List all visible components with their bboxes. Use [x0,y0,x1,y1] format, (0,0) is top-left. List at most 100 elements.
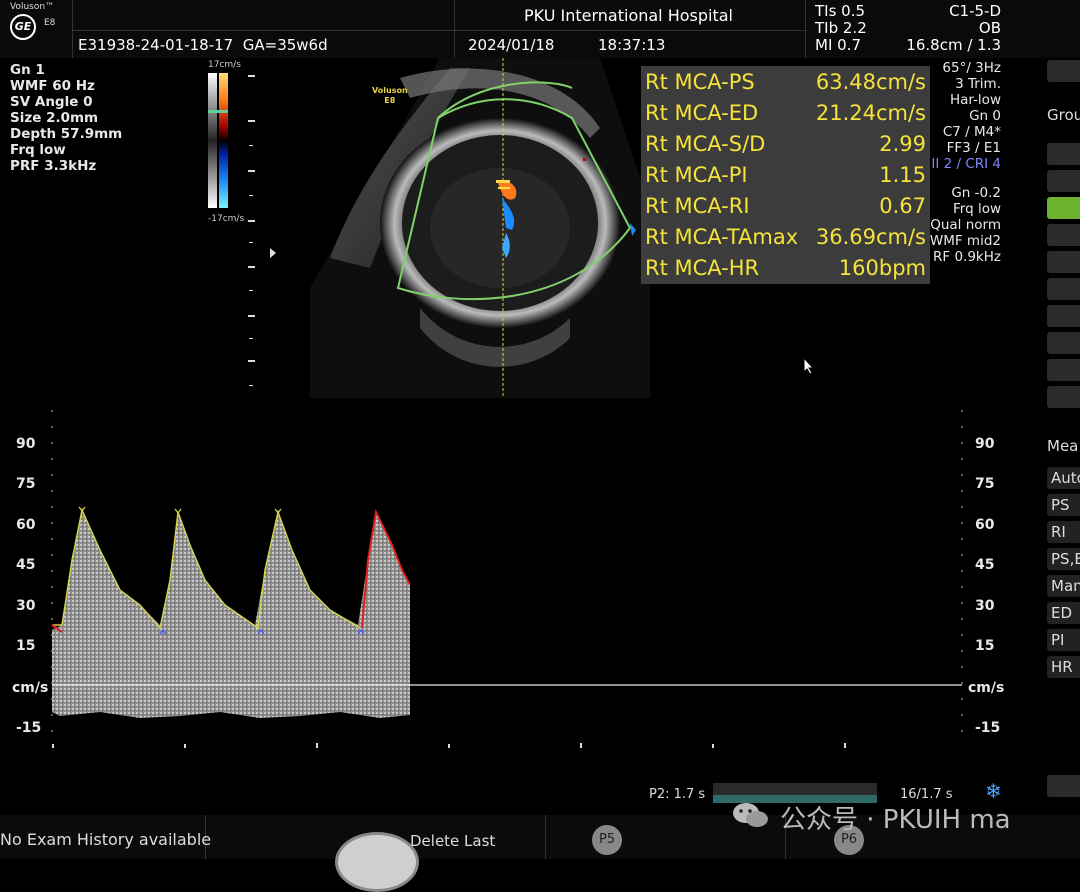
meas-row-ri: Rt MCA-RI 0.67 [645,194,926,225]
color-velocity-bar [208,73,228,208]
menu-item-hr[interactable]: HR [1047,656,1080,678]
p5-button[interactable]: P5 [592,825,622,855]
exam-date: 2024/01/18 [468,36,555,54]
trackball-knob[interactable] [335,832,419,892]
tick-left: -15 [16,720,42,736]
meas-label: Rt MCA-PS [645,70,755,94]
colorbar-bottom-label: -17cm/s [208,214,245,224]
patient-id-value: E31938-24-01-18-17 [78,36,234,54]
preset-name: OB [978,19,1001,37]
meas-row-tamax: Rt MCA-TAmax 36.69cm/s [645,225,926,256]
menu-item-ed[interactable]: ED [1047,602,1080,624]
probe-name: C1-5-D [949,2,1001,20]
side-button-active[interactable] [1047,197,1080,219]
tick-left: 60 [16,517,36,533]
param-size: Size 2.0mm [10,110,99,126]
exam-time: 18:37:13 [598,36,666,54]
param-c7: C7 / M4* [942,124,1001,140]
brand-label: Voluson™ [10,2,55,12]
menu-item-manual[interactable]: Man [1047,575,1080,597]
side-button-top[interactable] [1047,60,1080,82]
meas-label: Rt MCA-HR [645,256,760,280]
param-color-gn: Gn -0.2 [951,185,1001,201]
meas-label: Rt MCA-S/D [645,132,766,156]
tick-right: 15 [975,638,995,654]
side-button-4[interactable] [1047,224,1080,246]
delete-last-button[interactable]: Delete Last [410,832,495,850]
menu-item-ri[interactable]: RI [1047,521,1080,543]
ultrasound-image[interactable] [270,58,650,398]
doppler-spectrum[interactable] [0,400,1040,760]
param-trim: 3 Trim. [955,76,1001,92]
side-button-8[interactable] [1047,332,1080,354]
meas-row-hr: Rt MCA-HR 160bpm [645,256,926,287]
exam-history-status: No Exam History available [0,830,212,849]
group-label: Grou [1047,106,1080,124]
param-wmf-mid: WMF mid2 [929,233,1001,249]
tick-left-unit: cm/s [12,680,49,696]
patient-id: E31938-24-01-18-17 GA=35w6d [78,36,328,54]
watermark-text: 公众号 · PKUIH ma [780,805,1011,835]
side-button-6[interactable] [1047,278,1080,300]
side-button-9[interactable] [1047,359,1080,381]
image-logo-model: E8 [384,96,396,105]
colorbar-top-label: 17cm/s [208,60,241,70]
side-button-bottom[interactable] [1047,775,1080,797]
param-depth: Depth 57.9mm [10,126,123,142]
tick-left: 90 [16,436,36,452]
mi-value: MI 0.7 [815,36,861,54]
param-cri: II 2 / CRI 4 [931,156,1001,172]
wechat-icon [733,803,768,827]
menu-item-pi[interactable]: PI [1047,629,1080,651]
tick-right: 30 [975,598,995,614]
tis-value: TIs 0.5 [815,2,866,20]
meas-label: Rt MCA-RI [645,194,750,218]
tick-left: 75 [16,476,36,492]
menu-item-ps-ed[interactable]: PS,E [1047,548,1080,570]
thermal-index-panel: TIs 0.5 TIb 2.2 MI 0.7 [815,3,887,54]
tick-right: 90 [975,436,995,452]
depth-value: 16.8cm / 1.3 [906,36,1001,54]
model-label: E8 [44,18,56,28]
meas-row-pi: Rt MCA-PI 1.15 [645,163,926,194]
tick-left: 30 [16,598,36,614]
param-har: Har-low [949,92,1001,108]
tib-value: TIb 2.2 [815,19,867,37]
param-prf: PRF 3.3kHz [10,158,97,174]
tick-right: 75 [975,476,995,492]
param-gn: Gn 0 [969,108,1001,124]
param-sv-angle: SV Angle 0 [10,94,93,110]
imaging-params: 65°/ 3Hz 3 Trim. Har-low Gn 0 C7 / M4* F… [900,60,1001,265]
image-logo-brand: Voluson [372,86,408,95]
tick-left: 45 [16,557,36,573]
param-frq: Frq low [10,142,66,158]
ge-logo-icon: GE [10,14,36,40]
meas-row-sd: Rt MCA-S/D 2.99 [645,132,926,163]
side-button-5[interactable] [1047,251,1080,273]
image-logo: Voluson E8 [372,86,408,106]
tick-left: 15 [16,638,36,654]
side-button-2[interactable] [1047,170,1080,192]
side-button-7[interactable] [1047,305,1080,327]
meas-row-ed: Rt MCA-ED 21.24cm/s [645,101,926,132]
param-wmf: WMF 60 Hz [10,78,95,94]
param-angle: 65°/ 3Hz [942,60,1001,76]
gestational-age: GA=35w6d [242,36,328,54]
doppler-params: Gn 1 WMF 60 Hz SV Angle 0 Size 2.0mm Dep… [10,62,122,174]
tick-right: -15 [975,720,1001,736]
meas-label: Rt MCA-PI [645,163,748,187]
measurement-results-box: Rt MCA-PS 63.48cm/s Rt MCA-ED 21.24cm/s … [641,66,930,284]
cine-p2-label: P2: 1.7 s [649,787,706,802]
side-button-10[interactable] [1047,386,1080,408]
param-rf: RF 0.9kHz [933,249,1001,265]
menu-item-auto[interactable]: Auto [1047,467,1080,489]
tick-right: 45 [975,557,995,573]
tick-right-unit: cm/s [968,680,1005,696]
meas-label: Rt MCA-ED [645,101,759,125]
meas-label: Rt MCA-TAmax [645,225,799,249]
hospital-name: PKU International Hospital [524,6,733,25]
menu-item-ps[interactable]: PS [1047,494,1080,516]
probe-panel: C1-5-D OB 16.8cm / 1.3 [895,3,1001,54]
tick-right: 60 [975,517,995,533]
side-button-1[interactable] [1047,143,1080,165]
